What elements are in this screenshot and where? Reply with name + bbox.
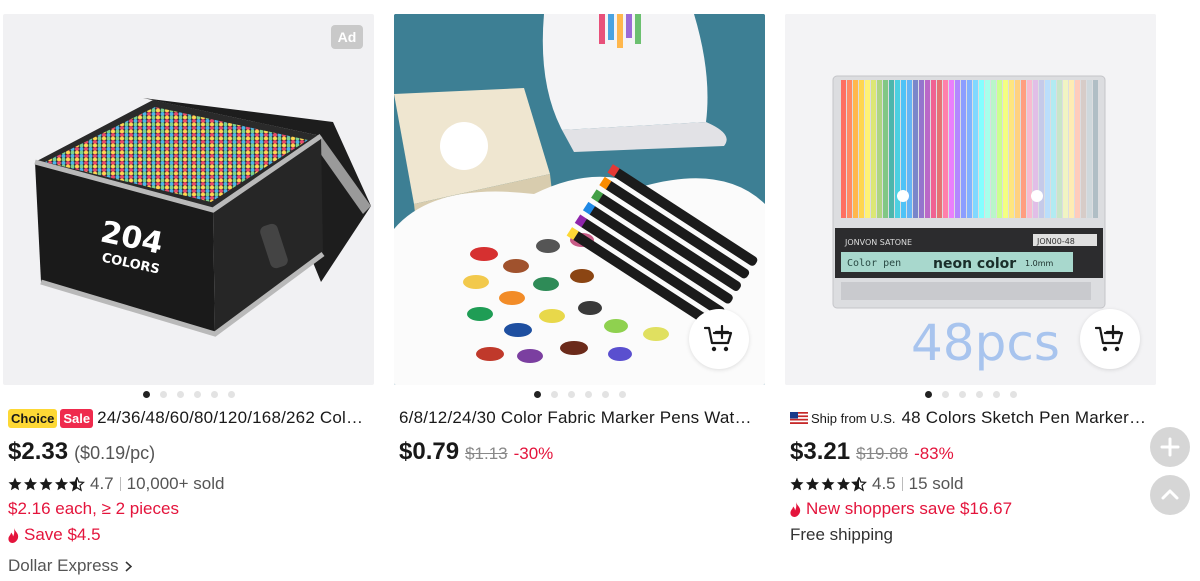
price-row: $2.33 ($0.19/pc) [8,438,155,466]
product-title[interactable]: 24/36/48/60/80/120/168/262 Colors Dual T… [97,408,370,428]
star-rating-icon [790,476,868,492]
carousel-dot[interactable] [992,391,1000,398]
add-to-cart-button[interactable] [1080,309,1140,369]
carousel-dot[interactable] [601,391,609,398]
discount-percent: -30% [513,444,554,463]
tip-size-text: 1.0mm [1025,259,1054,268]
unit-price: ($0.19/pc) [74,443,156,463]
bulk-offer: $2.16 each, ≥ 2 pieces [8,499,179,518]
neon-color-text: neon color [933,256,1016,272]
rating-row: 4.7 10,000+ sold [8,474,224,494]
product-title-row[interactable]: Ship from U.S. 48 Colors Sketch Pen Mark… [790,407,1152,429]
rating-value: 4.5 [872,474,896,493]
store-link[interactable]: Dollar Express [8,556,132,576]
carousel-dot[interactable] [227,391,235,398]
original-price: $19.88 [856,444,909,463]
carousel-dot[interactable] [533,391,541,398]
plus-icon [1160,437,1180,457]
image-carousel-dots[interactable] [785,391,1156,399]
flame-icon [790,501,801,517]
marker-case-image: 204 COLORS [34,98,371,337]
carousel-dot[interactable] [550,391,558,398]
pcs-count-text: 48pcs [911,314,1060,372]
flame-icon [8,527,19,543]
current-price: $0.79 [399,438,460,465]
image-carousel-dots[interactable] [3,391,374,399]
add-to-cart-button[interactable] [689,309,749,369]
divider [119,477,121,491]
carousel-dot[interactable] [618,391,626,398]
carousel-dot[interactable] [1009,391,1017,398]
product-title[interactable]: 48 Colors Sketch Pen Markers Set [902,408,1152,428]
carousel-dot[interactable] [975,391,983,398]
brand-text: JONVON SATONE [844,238,912,247]
star-rating-icon [8,476,86,492]
new-shopper-offer-row: New shoppers save $16.67 [790,499,1012,519]
product-image[interactable] [394,14,765,385]
carousel-dot[interactable] [584,391,592,398]
add-to-cart-icon [1095,325,1124,352]
carousel-dot[interactable] [941,391,949,398]
code-text: JON00-48 [1036,237,1075,246]
sale-badge: Sale [60,408,94,428]
product-title-row[interactable]: 6/8/12/24/30 Color Fabric Marker Pens Wa… [399,407,761,429]
product-image[interactable]: 204 COLORS Ad [3,14,374,385]
choice-badge: Choice [8,408,58,428]
product-card-2[interactable]: 6/8/12/24/30 Color Fabric Marker Pens Wa… [394,14,765,581]
product-card-3[interactable]: JONVON SATONE JON00-48 Color pen neon co… [785,14,1156,581]
store-name[interactable]: Dollar Express [8,556,119,576]
discount-percent: -83% [914,444,954,463]
product-title[interactable]: 6/8/12/24/30 Color Fabric Marker Pens Wa… [399,408,761,428]
carousel-dot[interactable] [176,391,184,398]
divider [901,477,903,491]
add-button[interactable] [1150,427,1190,467]
carousel-dot[interactable] [193,391,201,398]
original-price: $1.13 [465,444,508,463]
carousel-dot[interactable] [210,391,218,398]
carousel-dot[interactable] [958,391,966,398]
free-shipping: Free shipping [790,525,894,544]
new-shopper-offer-text: New shoppers save $16.67 [806,499,1013,518]
chevron-right-icon [125,560,132,572]
rating-value: 4.7 [90,474,114,493]
save-offer-row: Save $4.5 [8,525,101,545]
us-flag-icon [790,412,808,424]
color-pen-text: Color pen [847,258,901,269]
price-row: $0.79 $1.13 -30% [399,438,553,466]
back-to-top-button[interactable] [1150,475,1190,515]
product-title-row[interactable]: Choice Sale 24/36/48/60/80/120/168/262 C… [8,407,370,429]
sold-count: 15 sold [908,474,964,493]
ad-badge: Ad [331,25,363,49]
add-to-cart-icon [704,325,733,352]
carousel-dot[interactable] [142,391,150,398]
carousel-dot[interactable] [567,391,575,398]
ship-from-text: Ship from U.S. [811,410,896,426]
current-price: $2.33 [8,438,69,465]
current-price: $3.21 [790,438,851,465]
image-carousel-dots[interactable] [394,391,765,399]
carousel-dot[interactable] [924,391,932,398]
carousel-dot[interactable] [159,391,167,398]
rating-row: 4.5 15 sold [790,474,963,494]
price-row: $3.21 $19.88 -83% [790,438,954,466]
product-image[interactable]: JONVON SATONE JON00-48 Color pen neon co… [785,14,1156,385]
chevron-up-icon [1161,489,1179,500]
save-offer-text: Save $4.5 [24,525,101,544]
product-card-1[interactable]: 204 COLORS Ad Choice Sale 24/36/48/60/80… [3,14,374,581]
ship-from-badge: Ship from U.S. [790,411,896,426]
sold-count: 10,000+ sold [126,474,225,493]
